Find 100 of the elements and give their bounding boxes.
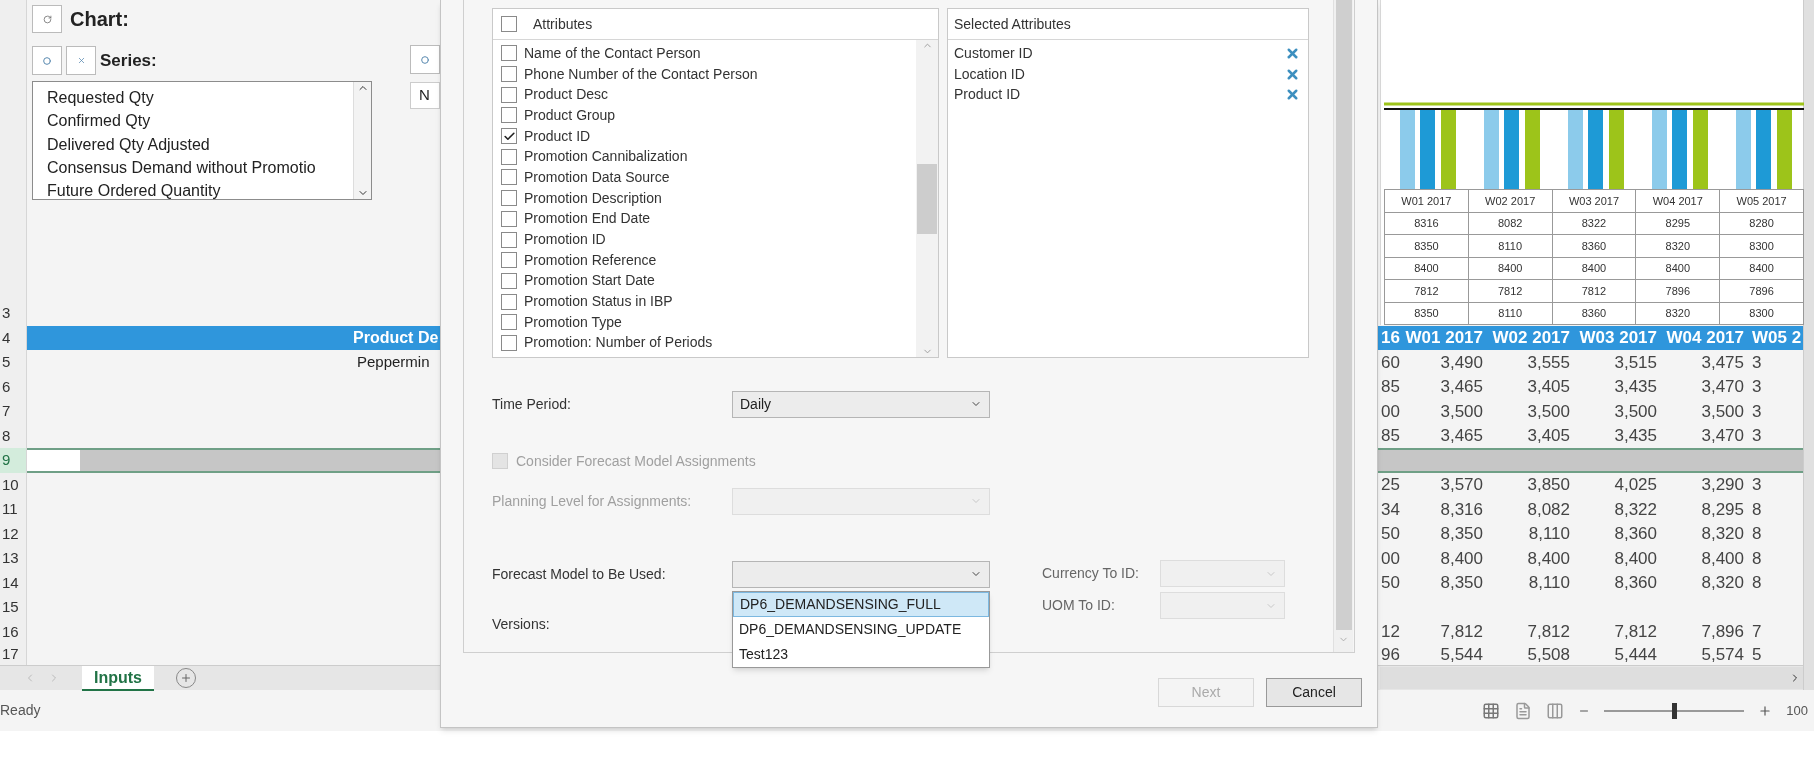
attribute-item[interactable]: Promotion Cannibalization — [524, 146, 688, 168]
checkbox[interactable] — [501, 45, 517, 62]
attribute-item[interactable]: Name of the Contact Person — [524, 42, 701, 64]
scrollbar[interactable] — [1333, 0, 1353, 652]
refresh-button[interactable] — [32, 5, 62, 33]
attribute-item[interactable]: Promotion Status in IBP — [524, 291, 673, 313]
vertical-scrollbar[interactable] — [1803, 0, 1814, 690]
table-cell-text: 8,316 — [1439, 498, 1484, 521]
table-cell-text: 7,812 — [1613, 621, 1658, 643]
checkbox[interactable] — [501, 128, 517, 145]
active-cell[interactable] — [27, 450, 80, 471]
attribute-item[interactable]: Promotion Start Date — [524, 270, 655, 292]
row-number[interactable]: 16 — [0, 619, 27, 644]
checkbox[interactable] — [501, 107, 517, 124]
row-number[interactable]: 12 — [0, 521, 27, 546]
series-item[interactable]: Delivered Qty Adjusted — [47, 132, 353, 156]
column-header-cell-text: W02 2017 — [1491, 327, 1571, 349]
checkbox[interactable] — [501, 231, 517, 248]
chart-table-cell: 8300 — [1720, 235, 1804, 257]
scrollbar-thumb[interactable] — [917, 163, 937, 234]
row-number[interactable]: 5 — [0, 350, 27, 375]
plus-icon — [180, 672, 192, 684]
row-number[interactable]: 10 — [0, 472, 27, 497]
dialog-button[interactable]: Cancel — [1266, 678, 1362, 707]
row-number[interactable]: 14 — [0, 570, 27, 595]
row-number[interactable]: 11 — [0, 497, 27, 522]
page-icon[interactable] — [1514, 701, 1533, 720]
checkbox[interactable] — [501, 169, 517, 186]
checkbox[interactable] — [501, 86, 517, 103]
attribute-item[interactable]: Product Desc — [524, 84, 609, 106]
input-field[interactable]: N — [410, 82, 440, 109]
scrollbar-thumb[interactable] — [1335, 0, 1352, 630]
table-cell-text: 3 — [1751, 351, 1763, 374]
row-number[interactable]: 15 — [0, 595, 27, 620]
series-item[interactable]: Confirmed Qty — [47, 109, 353, 133]
columns-icon[interactable] — [1546, 701, 1565, 720]
checkbox[interactable] — [501, 252, 517, 269]
table-cell-text: 5 — [1751, 643, 1763, 666]
series-list[interactable]: Requested Qty Confirmed Qty Delivered Qty Adjusted Consensus Demand without Promotio Future Ordered Quantity — [32, 81, 372, 200]
table-cell-text: 8,110 — [1527, 523, 1571, 545]
circle-button[interactable] — [410, 45, 440, 74]
checkbox[interactable] — [501, 314, 517, 331]
checkbox[interactable] — [501, 210, 517, 227]
attribute-item[interactable]: Product ID — [524, 125, 591, 147]
zoom-in-icon[interactable] — [1758, 703, 1773, 718]
zoom-slider-thumb[interactable] — [1672, 702, 1678, 719]
cross-icon[interactable] — [1285, 45, 1300, 61]
series-item[interactable]: Future Ordered Quantity — [47, 179, 353, 199]
attribute-item[interactable]: Promotion ID — [524, 229, 606, 251]
row-number[interactable]: 6 — [0, 374, 27, 399]
dropdown-option[interactable]: DP6_DEMANDSENSING_UPDATE — [733, 616, 989, 642]
checkbox[interactable] — [501, 293, 517, 310]
series-item[interactable]: Requested Qty — [47, 86, 353, 110]
horizontal-scrollbar[interactable] — [1380, 667, 1803, 689]
row-number[interactable]: 4 — [0, 325, 27, 350]
scrollbar[interactable] — [916, 40, 938, 357]
row-number[interactable]: 3 — [0, 301, 27, 326]
checkbox[interactable] — [501, 334, 517, 351]
table-cell-text: 3,515 — [1613, 351, 1658, 374]
row-number[interactable]: 9 — [0, 448, 27, 473]
table-cell-text: 5,574 — [1700, 643, 1745, 666]
column-header-cell-text: 16 — [1380, 327, 1400, 349]
cross-icon[interactable] — [1285, 66, 1300, 82]
checkbox[interactable] — [501, 66, 517, 83]
checkbox[interactable] — [501, 16, 517, 32]
grid-icon[interactable] — [1482, 701, 1501, 720]
attribute-item[interactable]: Promotion Description — [524, 187, 662, 209]
checkbox[interactable] — [501, 148, 517, 165]
sheet-tab[interactable]: Inputs — [82, 665, 154, 691]
series-item[interactable]: Consensus Demand without Promotio — [47, 155, 353, 180]
cross-icon[interactable] — [1285, 87, 1300, 103]
attribute-item[interactable]: Product Group — [524, 104, 616, 126]
chart-table-cell: 8110 — [1468, 302, 1553, 324]
attribute-item[interactable]: Phone Number of the Contact Person — [524, 63, 758, 85]
attribute-item[interactable]: Promotion Reference — [524, 249, 657, 271]
close-button[interactable] — [66, 46, 96, 75]
attribute-item[interactable]: Promotion: Number of Periods — [524, 332, 713, 354]
column-header-cell-text: W03 2017 — [1578, 327, 1658, 349]
dropdown-field[interactable] — [732, 560, 990, 588]
panel-header: Selected Attributes — [954, 14, 1071, 34]
table-cell-text: 8,360 — [1613, 523, 1658, 545]
row-number[interactable]: 13 — [0, 546, 27, 571]
row-number[interactable]: 7 — [0, 399, 27, 424]
table-cell-text: 3,465 — [1439, 376, 1484, 398]
dropdown-field[interactable]: Daily — [732, 390, 990, 418]
dropdown-option[interactable]: Test123 — [733, 641, 989, 667]
attribute-item[interactable]: Promotion Data Source — [524, 166, 670, 188]
column-header-cell-text: W05 2 — [1751, 327, 1803, 349]
table-cell-text: 3,500 — [1613, 400, 1658, 423]
checkbox[interactable] — [501, 272, 517, 289]
table-cell-text: 8,320 — [1700, 572, 1745, 594]
dropdown-option[interactable]: DP6_DEMANDSENSING_FULL — [733, 591, 989, 617]
attribute-item[interactable]: Promotion Type — [524, 311, 622, 333]
row-number[interactable]: 17 — [0, 644, 27, 665]
circle-button[interactable] — [32, 46, 62, 75]
scrollbar[interactable] — [353, 82, 371, 199]
field-label: Currency To ID: — [1042, 564, 1140, 583]
row-number[interactable]: 8 — [0, 423, 27, 448]
checkbox[interactable] — [501, 190, 517, 207]
attribute-item[interactable]: Promotion End Date — [524, 208, 651, 230]
